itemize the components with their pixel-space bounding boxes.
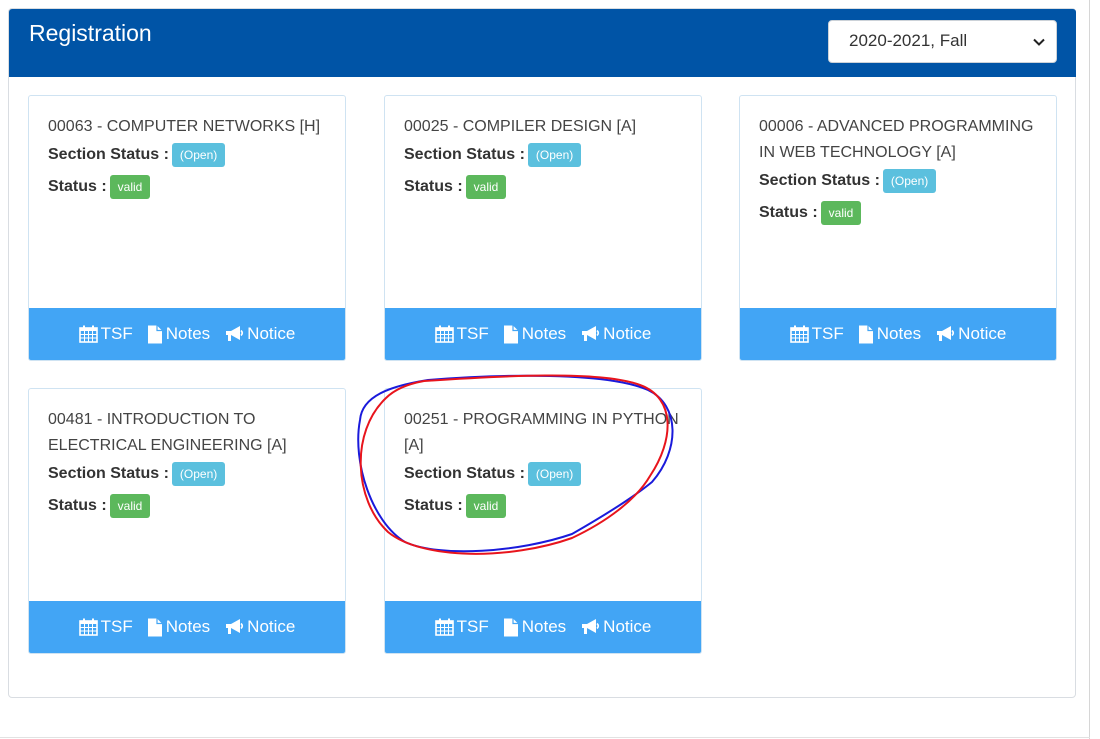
- notice-link[interactable]: Notice: [935, 324, 1006, 344]
- status-label: Status :: [48, 497, 107, 514]
- course-card: 00006 - ADVANCED PROGRAMMING IN WEB TECH…: [739, 95, 1057, 361]
- tsf-label: TSF: [456, 617, 489, 636]
- tsf-label: TSF: [456, 324, 489, 343]
- tsf-label: TSF: [100, 324, 133, 343]
- status-badge: valid: [109, 174, 151, 199]
- file-icon: [503, 325, 518, 343]
- card-footer: TSF Notes Notice: [29, 601, 345, 653]
- notice-link[interactable]: Notice: [224, 324, 295, 344]
- status-badge: valid: [820, 200, 862, 225]
- panel-header: Registration 2020-2021, Fall: [9, 9, 1076, 77]
- page-title: Registration: [29, 20, 152, 46]
- status-label: Status :: [404, 178, 463, 195]
- section-status-label: Section Status :: [48, 146, 169, 163]
- notes-label: Notes: [521, 324, 567, 343]
- notes-label: Notes: [521, 617, 567, 636]
- notice-label: Notice: [603, 324, 652, 343]
- bullhorn-icon: [582, 619, 600, 634]
- course-card: 00251 - PROGRAMMING IN PYTHON [A] Sectio…: [384, 388, 702, 654]
- notes-link[interactable]: Notes: [858, 324, 921, 344]
- notice-label: Notice: [603, 617, 652, 636]
- calendar-icon: [78, 325, 98, 343]
- section-status-badge: (Open): [171, 142, 226, 167]
- tsf-link[interactable]: TSF: [78, 324, 133, 344]
- notes-label: Notes: [165, 324, 211, 343]
- course-title: 00006 - ADVANCED PROGRAMMING IN WEB TECH…: [759, 118, 1034, 161]
- notes-label: Notes: [165, 617, 211, 636]
- calendar-icon: [789, 325, 809, 343]
- card-footer: TSF Notes Notice: [385, 601, 701, 653]
- tsf-link[interactable]: TSF: [434, 324, 489, 344]
- calendar-icon: [434, 618, 454, 636]
- tsf-link[interactable]: TSF: [789, 324, 844, 344]
- course-card: 00481 - INTRODUCTION TO ELECTRICAL ENGIN…: [28, 388, 346, 654]
- file-icon: [503, 618, 518, 636]
- status-badge: valid: [465, 174, 507, 199]
- section-status-label: Section Status :: [759, 172, 880, 189]
- course-title: 00251 - PROGRAMMING IN PYTHON [A]: [404, 411, 679, 454]
- notice-link[interactable]: Notice: [224, 617, 295, 637]
- tsf-label: TSF: [100, 617, 133, 636]
- notice-label: Notice: [247, 617, 296, 636]
- course-card: 00025 - COMPILER DESIGN [A] Section Stat…: [384, 95, 702, 361]
- page-right-border: [1089, 0, 1090, 739]
- term-select-value: 2020-2021, Fall: [849, 31, 968, 50]
- notes-link[interactable]: Notes: [503, 324, 566, 344]
- section-status-badge: (Open): [171, 461, 226, 486]
- section-status-label: Section Status :: [404, 465, 525, 482]
- page-bottom-border: [0, 737, 1090, 738]
- status-badge: valid: [109, 493, 151, 518]
- course-title: 00481 - INTRODUCTION TO ELECTRICAL ENGIN…: [48, 411, 287, 454]
- section-status-badge: (Open): [527, 142, 582, 167]
- section-status-badge: (Open): [527, 461, 582, 486]
- bullhorn-icon: [582, 326, 600, 341]
- notes-link[interactable]: Notes: [147, 324, 210, 344]
- card-footer: TSF Notes Notice: [29, 308, 345, 360]
- notice-link[interactable]: Notice: [580, 617, 651, 637]
- status-label: Status :: [48, 178, 107, 195]
- notice-label: Notice: [247, 324, 296, 343]
- bullhorn-icon: [937, 326, 955, 341]
- file-icon: [147, 618, 162, 636]
- calendar-icon: [434, 325, 454, 343]
- tsf-link[interactable]: TSF: [78, 617, 133, 637]
- term-select[interactable]: 2020-2021, Fall: [828, 20, 1057, 63]
- bullhorn-icon: [226, 619, 244, 634]
- status-badge: valid: [465, 493, 507, 518]
- tsf-link[interactable]: TSF: [434, 617, 489, 637]
- tsf-label: TSF: [811, 324, 844, 343]
- course-title: 00063 - COMPUTER NETWORKS [H]: [48, 118, 321, 135]
- notes-label: Notes: [876, 324, 922, 343]
- bullhorn-icon: [226, 326, 244, 341]
- card-footer: TSF Notes Notice: [740, 308, 1056, 360]
- section-status-label: Section Status :: [404, 146, 525, 163]
- notes-link[interactable]: Notes: [147, 617, 210, 637]
- calendar-icon: [78, 618, 98, 636]
- notes-link[interactable]: Notes: [503, 617, 566, 637]
- course-card: 00063 - COMPUTER NETWORKS [H] Section St…: [28, 95, 346, 361]
- card-footer: TSF Notes Notice: [385, 308, 701, 360]
- course-title: 00025 - COMPILER DESIGN [A]: [404, 118, 637, 135]
- notice-link[interactable]: Notice: [580, 324, 651, 344]
- status-label: Status :: [404, 497, 463, 514]
- status-label: Status :: [759, 204, 818, 221]
- file-icon: [147, 325, 162, 343]
- notice-label: Notice: [958, 324, 1007, 343]
- section-status-label: Section Status :: [48, 465, 169, 482]
- chevron-down-icon: [1033, 38, 1045, 46]
- section-status-badge: (Open): [882, 168, 937, 193]
- file-icon: [858, 325, 873, 343]
